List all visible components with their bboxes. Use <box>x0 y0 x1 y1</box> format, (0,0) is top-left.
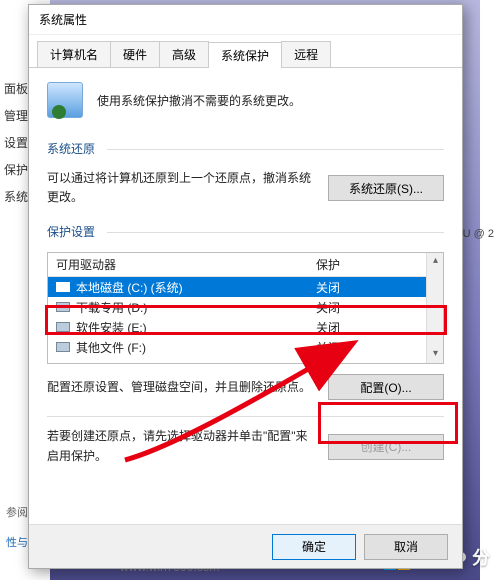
system-properties-dialog: 系统属性 计算机名 硬件 高级 系统保护 远程 使用系统保护撤消不需要的系统更改… <box>28 4 463 569</box>
configure-description: 配置还原设置、管理磁盘空间，并且删除还原点。 <box>47 378 318 397</box>
drive-row[interactable]: 其他文件 (F:) 关闭 <box>48 337 443 357</box>
cancel-button[interactable]: 取消 <box>364 534 448 560</box>
drive-name: 软件安装 (E:) <box>76 319 147 336</box>
drive-list[interactable]: 可用驱动器 保护 本地磁盘 (C:) (系统) 关闭 下载专用 (D:) 关闭 … <box>47 252 444 364</box>
tab-computer-name[interactable]: 计算机名 <box>37 41 111 67</box>
create-description: 若要创建还原点，请先选择驱动器并单击"配置"来启用保护。 <box>47 427 318 465</box>
tab-hardware[interactable]: 硬件 <box>110 41 160 67</box>
tab-system-protection[interactable]: 系统保护 <box>208 42 282 68</box>
logo-text-b: 分 <box>472 544 490 570</box>
col-drive-header[interactable]: 可用驱动器 <box>48 253 308 276</box>
system-protection-icon <box>47 82 83 118</box>
col-status-header[interactable]: 保护 <box>308 253 443 276</box>
tab-remote[interactable]: 远程 <box>281 41 331 67</box>
dialog-title: 系统属性 <box>29 5 462 35</box>
see-also-label: 参阅 <box>6 504 28 520</box>
drive-list-scrollbar[interactable]: ▴ ▾ <box>426 253 443 363</box>
drive-name: 其他文件 (F:) <box>76 339 146 356</box>
drive-row[interactable]: 本地磁盘 (C:) (系统) 关闭 <box>48 277 443 297</box>
drive-icon <box>56 282 70 292</box>
ok-button[interactable]: 确定 <box>272 534 356 560</box>
drive-icon <box>56 342 70 352</box>
drive-name: 本地磁盘 (C:) (系统) <box>76 279 183 296</box>
drive-status: 关闭 <box>308 336 443 359</box>
group-system-restore-title: 系统还原 <box>47 140 444 157</box>
configure-button[interactable]: 配置(O)... <box>328 374 444 400</box>
drive-icon <box>56 302 70 312</box>
drive-row[interactable]: 软件安装 (E:) 关闭 <box>48 317 443 337</box>
dialog-tabs: 计算机名 硬件 高级 系统保护 远程 <box>29 35 462 68</box>
drive-icon <box>56 322 70 332</box>
drive-name: 下载专用 (D:) <box>76 299 147 316</box>
group-protection-settings-title: 保护设置 <box>47 223 444 240</box>
scroll-up-icon[interactable]: ▴ <box>427 253 444 270</box>
drive-row[interactable]: 下载专用 (D:) 关闭 <box>48 297 443 317</box>
create-button: 创建(C)... <box>328 434 444 460</box>
intro-text: 使用系统保护撤消不需要的系统更改。 <box>97 92 301 109</box>
system-restore-button[interactable]: 系统还原(S)... <box>328 175 444 201</box>
scroll-down-icon[interactable]: ▾ <box>427 346 444 363</box>
system-restore-description: 可以通过将计算机还原到上一个还原点，撤消系统更改。 <box>47 169 318 207</box>
tab-advanced[interactable]: 高级 <box>159 41 209 67</box>
